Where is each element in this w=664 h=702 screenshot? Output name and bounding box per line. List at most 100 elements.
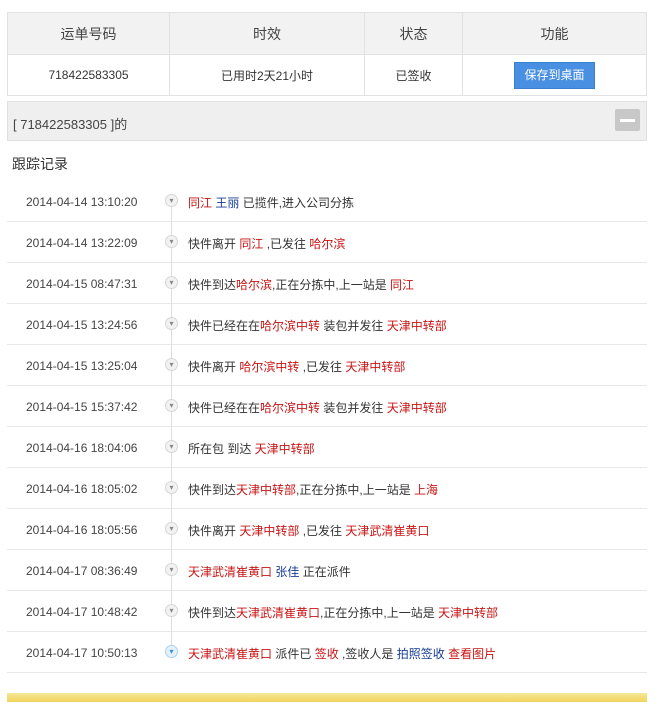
record-description: 快件离开 同江 ,已发往 哈尔滨 [188,235,345,252]
location-text: 签收 [314,647,339,661]
tracking-row: 2014-04-17 08:36:49 ▾ 天津武清崔黄口 张佳 正在派件 [7,550,647,591]
chevron-down-icon[interactable]: ▾ [165,276,178,289]
location-text: 哈尔滨中转 [260,319,321,333]
chevron-down-icon[interactable]: ▾ [165,481,178,494]
tracking-row: 2014-04-14 13:22:09 ▾ 快件离开 同江 ,已发往 哈尔滨 [7,222,647,263]
description-text: 快件离开 [188,524,240,538]
record-time: 2014-04-15 08:47:31 [26,277,138,291]
location-text: 同江 [188,196,213,210]
tracking-row: 2014-04-15 13:24:56 ▾ 快件已经在在哈尔滨中转 装包并发往 天津… [7,304,647,345]
chevron-down-icon[interactable]: ▾ [165,563,178,576]
record-time: 2014-04-17 10:50:13 [26,646,138,660]
record-time: 2014-04-14 13:22:09 [26,236,138,250]
description-text: ,已发往 [299,524,346,538]
location-text: 天津武清崔黄口 [188,565,273,579]
description-text: 装包并发往 [320,401,387,415]
record-time: 2014-04-15 15:37:42 [26,400,138,414]
summary-table: 运单号码 时效 状态 功能 718422583305 已用时2天21小时 已签收… [7,12,647,96]
chevron-down-icon[interactable]: ▾ [165,399,178,412]
description-text: 装包并发往 [320,319,387,333]
description-text: 快件已经在在 [188,319,261,333]
location-text: 哈尔滨 [236,278,273,292]
chevron-down-icon[interactable]: ▾ [165,235,178,248]
description-text: ,正在分拣中,上一站是 [272,278,391,292]
record-description: 所在包 到达 天津中转部 [188,440,315,457]
location-text: 天津中转部 [438,606,499,620]
record-time: 2014-04-15 13:24:56 [26,318,138,332]
chevron-down-icon[interactable]: ▾ [165,522,178,535]
location-text: 同江 [390,278,415,292]
description-text: 派件已 [272,647,315,661]
record-time: 2014-04-17 08:36:49 [26,564,138,578]
tracking-row: 2014-04-17 10:50:13 ▾ 天津武清崔黄口 派件已 签收 ,签收人是… [7,632,647,673]
location-text: 天津中转部 [386,401,447,415]
record-description: 同江 王丽 已揽件,进入公司分拣 [188,194,354,211]
track-heading: 跟踪记录 [12,156,68,172]
person-text: 王丽 [215,196,240,210]
record-description: 快件到达天津中转部,正在分拣中,上一站是 上海 [188,481,438,498]
summary-header-row: 运单号码 时效 状态 功能 [7,12,647,55]
chevron-down-icon[interactable]: ▾ [165,604,178,617]
record-description: 快件离开 哈尔滨中转 ,已发往 天津中转部 [188,358,405,375]
tracking-row: 2014-04-16 18:05:56 ▾ 快件离开 天津中转部 ,已发往 天津武清… [7,509,647,550]
location-text: 天津中转部 [254,442,315,456]
location-text: 天津中转部 [386,319,447,333]
location-text: 哈尔滨中转 [260,401,321,415]
minus-icon[interactable] [615,109,640,131]
header-function: 功能 [462,12,647,55]
record-time: 2014-04-16 18:05:02 [26,482,138,496]
tracking-row: 2014-04-16 18:05:02 ▾ 快件到达天津中转部,正在分拣中,上一站是… [7,468,647,509]
chevron-down-icon[interactable]: ▾ [165,194,178,207]
waybill-number: 718422583305 [7,54,170,96]
record-time: 2014-04-16 18:04:06 [26,441,138,455]
description-text: 已揽件,进入公司分拣 [239,196,355,210]
location-text: 天津武清崔黄口 [236,606,321,620]
elapsed-time: 已用时2天21小时 [169,54,365,96]
location-text: 天津中转部 [236,483,297,497]
description-text: ,正在分拣中,上一站是 [296,483,415,497]
record-description: 快件已经在在哈尔滨中转 装包并发往 天津中转部 [188,399,447,416]
save-to-desktop-button[interactable]: 保存到桌面 [514,61,595,89]
description-text: ,已发往 [263,237,310,251]
tracking-row: 2014-04-17 10:48:42 ▾ 快件到达天津武清崔黄口,正在分拣中,上一… [7,591,647,632]
record-description: 快件离开 天津中转部 ,已发往 天津武清崔黄口 [188,522,429,539]
view-image-link[interactable]: 查看图片 [448,647,496,661]
description-text: 快件已经在在 [188,401,261,415]
location-text: 天津中转部 [239,524,300,538]
location-text: 哈尔滨 [309,237,346,251]
delivery-status: 已签收 [364,54,463,96]
record-description: 快件到达哈尔滨,正在分拣中,上一站是 同江 [188,276,414,293]
tracking-row: 2014-04-16 18:04:06 ▾ 所在包 到达 天津中转部 [7,427,647,468]
location-text: 天津武清崔黄口 [188,647,273,661]
person-text: 拍照签收 [396,647,445,661]
record-description: 天津武清崔黄口 张佳 正在派件 [188,563,351,580]
description-text: ,已发往 [299,360,346,374]
record-time: 2014-04-16 18:05:56 [26,523,138,537]
result-bar: [ 718422583305 ]的 [7,101,647,141]
tracking-row: 2014-04-14 13:10:20 ▾ 同江 王丽 已揽件,进入公司分拣 [7,181,647,222]
chevron-down-icon[interactable]: ▾ [165,440,178,453]
location-text: 天津中转部 [345,360,406,374]
description-text: 快件离开 [188,237,240,251]
header-time: 时效 [169,12,365,55]
location-text: 哈尔滨中转 [239,360,300,374]
record-description: 快件已经在在哈尔滨中转 装包并发往 天津中转部 [188,317,447,334]
record-time: 2014-04-15 13:25:04 [26,359,138,373]
description-text: 正在派件 [299,565,351,579]
description-text: ,签收人是 [338,647,397,661]
location-text: 上海 [414,483,439,497]
record-time: 2014-04-17 10:48:42 [26,605,138,619]
description-text: 快件到达 [188,278,237,292]
description-text: 所在包 到达 [188,442,255,456]
tracking-row: 2014-04-15 08:47:31 ▾ 快件到达哈尔滨,正在分拣中,上一站是 同… [7,263,647,304]
result-title: [ 718422583305 ]的 [13,117,128,132]
chevron-down-icon[interactable]: ▾ [165,317,178,330]
description-text: 快件离开 [188,360,240,374]
description-text: 快件到达 [188,606,237,620]
chevron-down-icon[interactable]: ▾ [165,645,178,658]
bottom-banner [7,693,647,702]
tracking-row: 2014-04-15 13:25:04 ▾ 快件离开 哈尔滨中转 ,已发往 天津中转… [7,345,647,386]
record-time: 2014-04-14 13:10:20 [26,195,138,209]
chevron-down-icon[interactable]: ▾ [165,358,178,371]
location-text: 同江 [239,237,264,251]
